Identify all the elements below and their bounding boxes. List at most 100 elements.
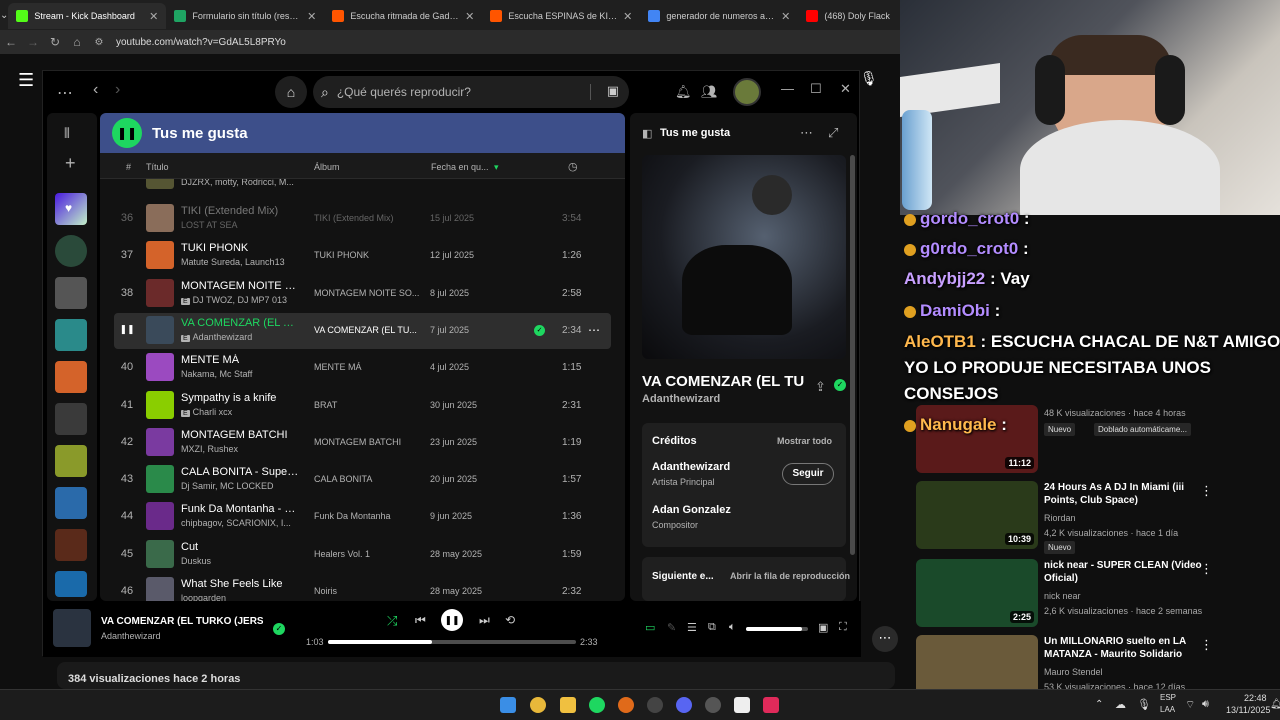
volume-icon[interactable]: 🔊︎ [1202, 698, 1209, 711]
scrollbar[interactable] [850, 155, 855, 555]
tray-icon[interactable]: ☁ [1115, 698, 1126, 711]
liked-songs-thumb[interactable]: ♥ [55, 193, 87, 225]
now-playing-title[interactable]: VA COMENZAR (EL TURKO (JERSEY CL [101, 616, 263, 627]
artist-thumb[interactable] [55, 235, 87, 267]
track-artist[interactable]: Charli xcx [193, 407, 233, 417]
pause-button[interactable]: ❚❚ [441, 609, 463, 631]
video-title[interactable]: Un MILLONARIO suelto en LA MATANZA - Mau… [1044, 635, 1214, 661]
close-tab-icon[interactable]: ✕ [623, 10, 632, 23]
track-artist[interactable]: Adanthewizard [642, 393, 720, 405]
table-row[interactable]: 44 Funk Da Montanha - Sl... chipbagov, SCA… [114, 499, 611, 535]
video-title[interactable]: 24 Hours As A DJ In Miami (iii Points, C… [1044, 481, 1214, 507]
track-album[interactable]: BRAT [314, 400, 426, 410]
library-icon[interactable]: ⫴ [64, 125, 70, 142]
now-playing-view-icon[interactable]: ▭ [645, 621, 655, 634]
track-title[interactable]: VA COMENZAR (EL TU [642, 373, 812, 390]
track-title[interactable]: MONTAGEM BATCHI [181, 429, 299, 441]
browser-tab[interactable]: generador de numeros aleatori ✕ [640, 3, 798, 29]
table-row[interactable]: ❚❚ VA COMENZAR (EL TU... E Adanthewizard VA … [114, 312, 611, 349]
channel-name[interactable]: Mauro Stendel [1044, 667, 1103, 677]
track-title[interactable]: TIKI (Extended Mix) [181, 205, 299, 217]
clock-time[interactable]: 22:48 [1244, 693, 1267, 703]
saved-check-icon[interactable]: ✓ [834, 379, 846, 391]
playlist-thumb[interactable] [55, 529, 87, 561]
track-album[interactable]: TUKI PHONK [314, 250, 426, 260]
miniplayer-icon[interactable]: ▣ [818, 621, 828, 634]
track-artist[interactable]: DJ TWOZ, DJ MP7 013 [193, 295, 287, 305]
more-icon[interactable]: ⋯ [800, 125, 813, 141]
close-tab-icon[interactable]: ✕ [781, 10, 790, 23]
menu-icon[interactable]: ☰ [18, 70, 34, 91]
more-options-icon[interactable]: ⋮ [1200, 561, 1213, 577]
add-icon[interactable]: + [65, 153, 76, 174]
pause-icon[interactable]: ❚❚ [114, 324, 140, 335]
progress-bar[interactable] [328, 640, 576, 644]
bell-icon[interactable]: 🔔︎ [675, 84, 692, 100]
track-artist[interactable]: LOST AT SEA [181, 220, 238, 230]
url-text[interactable]: youtube.com/watch?v=GdAL5L8PRYo [116, 37, 286, 48]
saved-check-icon[interactable]: ✓ [273, 623, 285, 635]
channel-name[interactable]: Riordan [1044, 513, 1076, 523]
chevron-up-icon[interactable]: ⌃ [1095, 699, 1103, 710]
col-date[interactable]: Fecha en qu... [431, 162, 489, 172]
reload-icon[interactable]: ↻ [44, 35, 66, 49]
track-album[interactable]: Healers Vol. 1 [314, 549, 426, 559]
table-row[interactable]: 43 CALA BONITA - Super ... Dj Samir, MC LO… [114, 462, 611, 498]
forward-icon[interactable]: → [22, 35, 44, 49]
table-row[interactable]: 41 Sympathy is a knife E Charli xcx BRAT 30 j… [114, 388, 611, 424]
track-artist[interactable]: MXZI, Rushex [181, 444, 238, 454]
mic-icon[interactable]: 🎙 [1137, 698, 1151, 711]
table-row[interactable]: 40 MENTE MÁ Nakama, Mc Staff MENTE MÁ 4 jul … [114, 350, 611, 386]
table-row[interactable]: 37 TUKI PHONK Matute Sureda, Launch13 TUKI … [114, 238, 611, 274]
track-title[interactable]: CALA BONITA - Super ... [181, 466, 299, 478]
previous-icon[interactable]: ⏮︎ [415, 613, 426, 628]
connect-device-icon[interactable]: ⧉ [708, 621, 716, 634]
maximize-icon[interactable]: ☐ [810, 81, 822, 97]
more-options-icon[interactable]: ⋮ [1200, 637, 1213, 653]
language-indicator-2[interactable]: LAA [1160, 705, 1175, 714]
forward-icon[interactable]: › [115, 81, 120, 99]
close-icon[interactable]: ✕ [840, 81, 851, 97]
video-card[interactable]: 10:39 24 Hours As A DJ In Miami (iii Poin… [916, 481, 1276, 554]
open-queue-link[interactable]: Abrir la fila de reproducción [730, 571, 850, 581]
start-icon[interactable] [500, 697, 516, 713]
mic-icon[interactable]: 🎙 [860, 70, 878, 90]
share-icon[interactable]: ⇪ [815, 379, 826, 395]
table-row[interactable]: 36 TIKI (Extended Mix) LOST AT SEA TIKI (Ex… [114, 201, 611, 237]
expand-icon[interactable]: ⤢ [828, 125, 838, 141]
home-button[interactable]: ⌂ [275, 76, 307, 108]
track-artist[interactable]: Matute Sureda, Launch13 [181, 257, 285, 267]
track-title[interactable]: TUKI PHONK [181, 242, 299, 254]
volume-slider[interactable] [746, 627, 808, 631]
browser-tab[interactable]: Escucha ESPINAS de KID Kyoki ✕ [482, 3, 640, 29]
track-title[interactable]: MONTAGEM NOITE S... [181, 280, 299, 292]
close-tab-icon[interactable]: ✕ [149, 10, 158, 23]
notification-icon[interactable]: 🔔︎ [1270, 699, 1280, 710]
search-bar[interactable]: ⌕ ¿Qué querés reproducir? ▣ [313, 76, 629, 108]
follow-button[interactable]: Seguir [782, 463, 834, 485]
track-artist[interactable]: Nakama, Mc Staff [181, 369, 252, 379]
volume-icon[interactable]: 🔈︎ [729, 621, 736, 634]
tab-search-icon[interactable]: ⌄ [0, 10, 8, 21]
browser-tab[interactable]: Formulario sin título (respuesta ✕ [166, 3, 324, 29]
language-indicator[interactable]: ESP [1160, 693, 1176, 702]
shuffle-icon[interactable]: ⤮ [387, 613, 397, 629]
app-icon[interactable] [705, 697, 721, 713]
playlist-thumb[interactable] [55, 487, 87, 519]
video-thumbnail[interactable]: 2:25 [916, 559, 1038, 627]
friends-icon[interactable]: 👥︎ [701, 84, 718, 100]
channel-name[interactable]: nick near [1044, 591, 1081, 601]
minimize-icon[interactable]: — [781, 81, 794, 96]
track-album[interactable]: MONTAGEM BATCHI [314, 437, 426, 447]
repeat-icon[interactable]: ⟲ [505, 613, 515, 627]
browse-icon[interactable]: ▣ [607, 83, 619, 99]
track-title[interactable]: What She Feels Like [181, 578, 299, 590]
table-row[interactable]: 45 Cut Duskus Healers Vol. 1 28 may 2025 1:59 [114, 537, 611, 573]
track-album[interactable]: TIKI (Extended Mix) [314, 213, 426, 223]
discord-icon[interactable] [676, 697, 692, 713]
browser-tab[interactable]: Stream - Kick Dashboard ✕ [8, 3, 167, 29]
playlist-thumb[interactable] [55, 445, 87, 477]
playlist-thumb[interactable] [55, 277, 87, 309]
now-playing-art[interactable] [53, 609, 91, 647]
wifi-icon[interactable]: ⌔ [1185, 698, 1195, 712]
